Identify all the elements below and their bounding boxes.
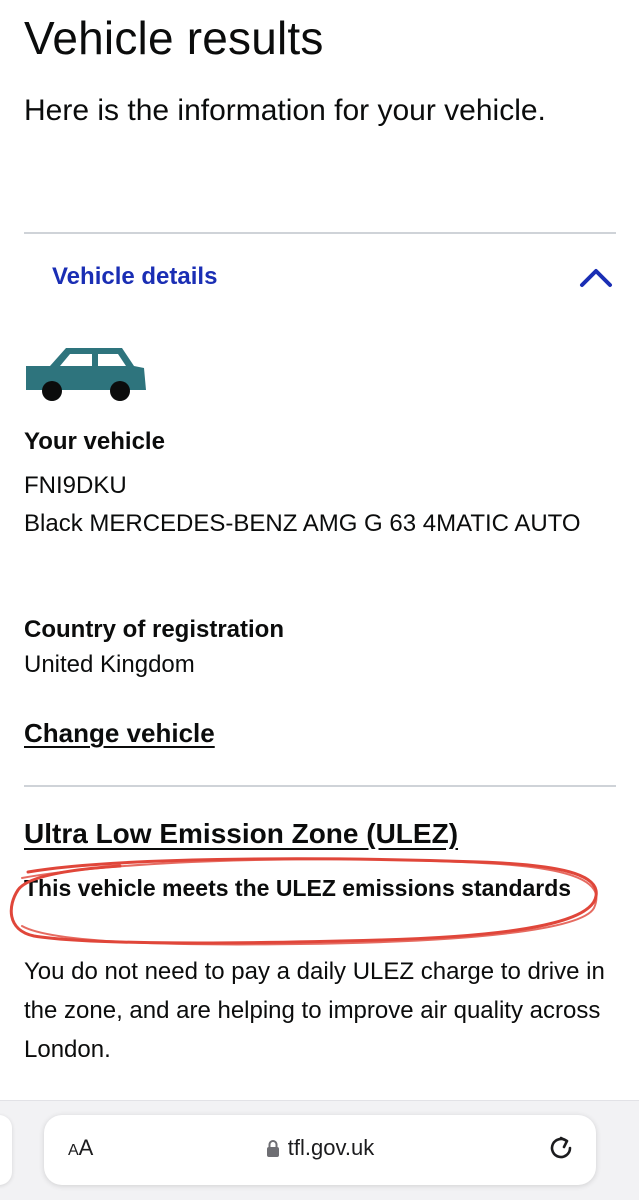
registration-value: FNI9DKU (24, 472, 127, 499)
browser-toolbar: AA tfl.gov.uk (0, 1100, 639, 1200)
ulez-heading-link[interactable]: Ultra Low Emission Zone (ULEZ) (24, 818, 458, 850)
chevron-up-icon (576, 257, 616, 297)
red-circle-annotation (9, 857, 598, 946)
change-vehicle-link[interactable]: Change vehicle (24, 718, 215, 749)
vehicle-details-heading: Vehicle details (52, 263, 218, 290)
previous-tab-edge[interactable] (0, 1115, 12, 1185)
url-text: tfl.gov.uk (287, 1135, 375, 1160)
divider (24, 785, 616, 787)
vehicle-details-toggle[interactable]: Vehicle details (24, 250, 616, 304)
country-label: Country of registration (24, 616, 285, 643)
ulez-body-text: You do not need to pay a daily ULEZ char… (24, 958, 605, 1063)
page-title: Vehicle results (24, 12, 324, 64)
ulez-status-message: This vehicle meets the ULEZ emissions st… (24, 875, 572, 901)
country-value: United Kingdom (24, 651, 195, 678)
car-icon (24, 344, 148, 406)
lock-icon (266, 1139, 280, 1157)
your-vehicle-label: Your vehicle (24, 428, 165, 455)
intro-text: Here is the information for your vehicle… (24, 94, 546, 127)
vehicle-description: Black MERCEDES-BENZ AMG G 63 4MATIC AUTO (24, 510, 581, 537)
reload-icon[interactable] (546, 1133, 576, 1163)
address-bar[interactable]: AA tfl.gov.uk (44, 1115, 596, 1185)
divider (24, 232, 616, 234)
